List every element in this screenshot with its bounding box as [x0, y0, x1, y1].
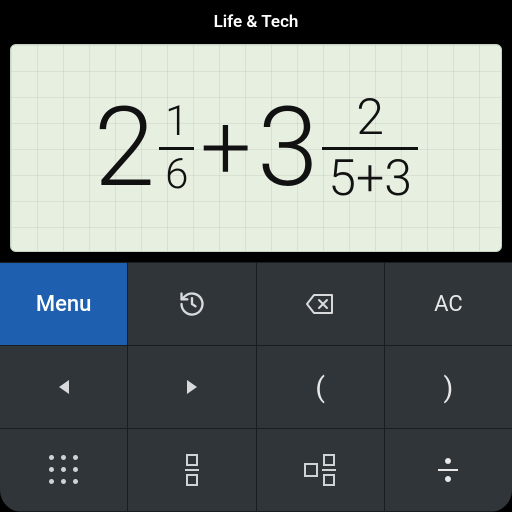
- mixed-fraction-button[interactable]: [257, 429, 385, 512]
- term1-numerator: 1: [159, 101, 194, 143]
- simple-fraction-icon: [185, 454, 199, 486]
- cursor-left-button[interactable]: [0, 346, 128, 429]
- expression: 2 1 6 + 3 2 5+3: [11, 45, 501, 251]
- menu-button[interactable]: Menu: [0, 263, 128, 346]
- mixed-fraction-icon: [304, 454, 336, 486]
- history-button[interactable]: [128, 263, 256, 346]
- keypad-row-2: ( ): [0, 346, 512, 429]
- all-clear-button[interactable]: AC: [385, 263, 512, 346]
- backspace-button[interactable]: [257, 263, 385, 346]
- term2-denominator: 5+3: [322, 154, 418, 204]
- paren-close-label: ): [444, 371, 454, 404]
- calculator-app: Life & Tech 2 1 6 + 3 2 5+3 Menu: [0, 0, 512, 512]
- simple-fraction-button[interactable]: [128, 429, 256, 512]
- term2-fraction: 2 5+3: [322, 93, 418, 204]
- term2-whole: 3: [257, 93, 318, 203]
- keypad-toggle-button[interactable]: [0, 429, 128, 512]
- operator-plus: +: [198, 103, 253, 193]
- term1-whole: 2: [94, 93, 155, 203]
- paren-open-button[interactable]: (: [257, 346, 385, 429]
- expression-display[interactable]: 2 1 6 + 3 2 5+3: [10, 44, 502, 252]
- cursor-right-icon: [185, 379, 199, 395]
- menu-label: Menu: [36, 292, 92, 317]
- term1-fraction: 1 6: [159, 101, 194, 196]
- divide-button[interactable]: [385, 429, 512, 512]
- ac-label: AC: [434, 292, 463, 317]
- cursor-left-icon: [57, 379, 71, 395]
- term1-denominator: 6: [159, 154, 194, 196]
- history-icon: [178, 290, 206, 318]
- app-title: Life & Tech: [214, 12, 299, 32]
- backspace-icon: [304, 292, 336, 316]
- term2-numerator: 2: [350, 93, 390, 143]
- keypad: Menu AC: [0, 262, 512, 512]
- paren-close-button[interactable]: ): [385, 346, 512, 429]
- keypad-row-3: [0, 429, 512, 512]
- paren-open-label: (: [315, 371, 325, 404]
- divide-icon: [438, 458, 458, 483]
- title-bar: Life & Tech: [0, 0, 512, 44]
- keypad-grid-icon: [49, 455, 79, 485]
- cursor-right-button[interactable]: [128, 346, 256, 429]
- keypad-row-1: Menu AC: [0, 263, 512, 346]
